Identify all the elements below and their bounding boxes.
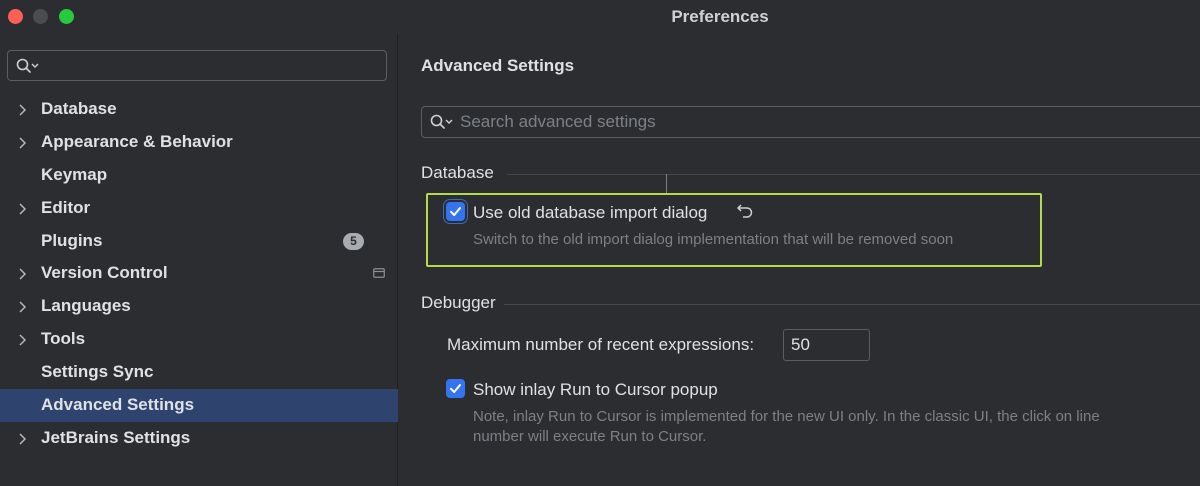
section-database-label: Database bbox=[421, 163, 494, 182]
chevron-right-icon bbox=[19, 268, 27, 280]
sidebar-item-keymap[interactable]: Keymap bbox=[0, 159, 398, 192]
sidebar-item-plugins[interactable]: Plugins 5 bbox=[0, 225, 398, 258]
chevron-right-icon bbox=[19, 137, 27, 149]
description-line: number will execute Run to Cursor. bbox=[473, 428, 707, 445]
advanced-settings-search[interactable] bbox=[421, 106, 1200, 138]
sidebar-item-label: Keymap bbox=[41, 164, 108, 184]
sidebar-item-tools[interactable]: Tools bbox=[0, 323, 398, 356]
old-import-dialog-description: Switch to the old import dialog implemen… bbox=[473, 231, 954, 248]
sidebar-item-version-control[interactable]: Version Control bbox=[0, 257, 398, 290]
description-line: Note, inlay Run to Cursor is implemented… bbox=[473, 408, 1100, 425]
chevron-right-icon bbox=[19, 301, 27, 313]
sidebar-item-label: Advanced Settings bbox=[41, 395, 195, 415]
settings-tree: Database Appearance & Behavior Keymap Ed… bbox=[0, 93, 398, 455]
sidebar-search-input[interactable] bbox=[7, 50, 387, 81]
window-title: Preferences bbox=[671, 7, 769, 26]
sidebar-item-advanced-settings[interactable]: Advanced Settings bbox=[0, 389, 398, 422]
old-import-dialog-checkbox[interactable] bbox=[446, 202, 465, 221]
chevron-right-icon bbox=[19, 433, 27, 445]
window-icon bbox=[373, 268, 385, 279]
checkmark-icon bbox=[450, 384, 461, 393]
sidebar-item-database[interactable]: Database bbox=[0, 93, 398, 126]
sidebar-item-editor[interactable]: Editor bbox=[0, 192, 398, 225]
inlay-run-to-cursor-checkbox[interactable] bbox=[446, 379, 465, 398]
search-icon bbox=[16, 58, 39, 73]
inlay-run-to-cursor-description: Note, inlay Run to Cursor is implemented… bbox=[473, 407, 1193, 447]
sidebar-item-label: JetBrains Settings bbox=[41, 427, 191, 447]
sidebar-item-appearance-behavior[interactable]: Appearance & Behavior bbox=[0, 126, 398, 159]
max-expressions-input[interactable] bbox=[791, 330, 865, 360]
chevron-right-icon bbox=[19, 203, 27, 215]
checkmark-icon bbox=[450, 207, 461, 216]
sidebar-item-jetbrains-settings[interactable]: JetBrains Settings bbox=[0, 422, 398, 455]
max-expressions-field[interactable] bbox=[783, 329, 870, 361]
section-debugger-label: Debugger bbox=[421, 293, 496, 312]
sidebar-item-label: Appearance & Behavior bbox=[41, 131, 233, 151]
sidebar-item-languages[interactable]: Languages bbox=[0, 290, 398, 323]
sidebar-item-label: Settings Sync bbox=[41, 362, 154, 382]
chevron-right-icon bbox=[19, 104, 27, 116]
settings-content: Advanced Settings Database Use old datab… bbox=[399, 34, 1200, 486]
inlay-run-to-cursor-label[interactable]: Show inlay Run to Cursor popup bbox=[473, 380, 718, 400]
section-divider bbox=[507, 174, 1200, 175]
sidebar-item-label: Database bbox=[41, 99, 117, 118]
old-import-dialog-label[interactable]: Use old database import dialog bbox=[473, 203, 707, 223]
page-title: Advanced Settings bbox=[421, 56, 575, 75]
sidebar-item-settings-sync[interactable]: Settings Sync bbox=[0, 356, 398, 389]
chevron-right-icon bbox=[19, 334, 27, 346]
sidebar-item-label: Plugins bbox=[41, 230, 103, 250]
search-icon bbox=[430, 114, 453, 129]
max-expressions-label: Maximum number of recent expressions: bbox=[447, 335, 755, 354]
divider-tick bbox=[666, 174, 667, 194]
sidebar-item-label: Version Control bbox=[41, 263, 168, 283]
sidebar-item-label: Languages bbox=[41, 296, 131, 316]
sidebar-item-label: Editor bbox=[41, 197, 91, 217]
section-divider bbox=[504, 304, 1200, 305]
sidebar-item-label: Tools bbox=[41, 329, 86, 349]
search-input[interactable] bbox=[460, 107, 1160, 137]
plugins-update-badge: 5 bbox=[343, 232, 364, 250]
reset-undo-icon[interactable] bbox=[736, 202, 754, 218]
title-bar: Preferences bbox=[0, 0, 1200, 34]
settings-sidebar: Database Appearance & Behavior Keymap Ed… bbox=[0, 34, 398, 486]
